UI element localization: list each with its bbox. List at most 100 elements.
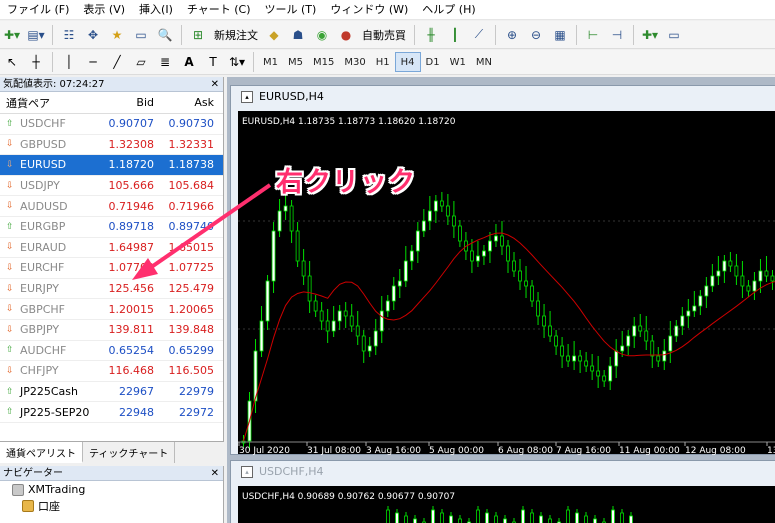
menu-chart[interactable]: チャート (C) <box>180 0 258 20</box>
chart-canvas[interactable]: USDCHF,H4 0.90689 0.90762 0.90677 0.9070… <box>238 486 775 523</box>
candle-body <box>494 235 498 242</box>
candlestick-chart[interactable]: USDCHF,H4 0.90689 0.90762 0.90677 0.9070… <box>238 486 775 523</box>
candle-body <box>686 310 691 317</box>
trendline-icon[interactable]: ╱ <box>106 51 128 73</box>
new-order-button[interactable]: 新規注文 <box>211 24 261 46</box>
timeframe-mn[interactable]: MN <box>471 52 497 72</box>
signals-icon[interactable]: ☗ <box>287 24 309 46</box>
chart-window-usdchf[interactable]: ▴ USDCHF,H4 USDCHF,H4 0.90689 0.90762 0.… <box>230 460 775 523</box>
market-watch-row[interactable]: ⇩ USDJPY 105.666 105.684 <box>0 176 223 197</box>
arrows-icon[interactable]: ⇅▾ <box>226 51 248 73</box>
column-header-bid[interactable]: Bid <box>96 96 158 109</box>
fibonacci-icon[interactable]: ≣ <box>154 51 176 73</box>
market-watch-row[interactable]: ⇧ USDCHF 0.90707 0.90730 <box>0 114 223 135</box>
indicators-icon[interactable]: ✚▾ <box>639 24 661 46</box>
column-header-ask[interactable]: Ask <box>158 96 220 109</box>
metaeditor-icon[interactable]: ◆ <box>263 24 285 46</box>
crosshair-icon[interactable]: ┼ <box>25 51 47 73</box>
bar-chart-icon[interactable]: ╫ <box>420 24 442 46</box>
market-watch-icon[interactable]: ☷ <box>58 24 80 46</box>
tab-tick-chart[interactable]: ティックチャート <box>83 442 176 463</box>
candle-body <box>403 260 408 282</box>
close-icon[interactable]: ✕ <box>211 466 219 481</box>
menu-bar: ファイル (F) 表示 (V) 挿入(I) チャート (C) ツール (T) ウ… <box>0 0 775 20</box>
chart-shift-icon[interactable]: ⊢ <box>582 24 604 46</box>
menu-window[interactable]: ウィンドウ (W) <box>323 0 415 20</box>
zoom-in-icon[interactable]: ⊕ <box>501 24 523 46</box>
broadcast-icon[interactable]: ◉ <box>311 24 333 46</box>
market-watch-tabs: 通貨ペアリスト ティックチャート <box>0 441 224 463</box>
market-watch-row[interactable]: ⇩ GBPUSD 1.32308 1.32331 <box>0 135 223 156</box>
candle-body <box>740 275 745 287</box>
chart-window-title-bar[interactable]: ▴ USDCHF,H4 <box>231 461 775 483</box>
tab-symbols[interactable]: 通貨ペアリスト <box>0 442 83 463</box>
timeframe-w1[interactable]: W1 <box>445 52 471 72</box>
timeframe-m15[interactable]: M15 <box>308 52 339 72</box>
arrow-up-icon: ⇧ <box>6 118 14 129</box>
timeframe-h4[interactable]: H4 <box>394 52 421 72</box>
candle-body <box>391 285 396 302</box>
candle-body <box>758 270 763 282</box>
profiles-icon[interactable]: ▤▾ <box>25 24 47 46</box>
chart-info: EURUSD,H4 1.18735 1.18773 1.18620 1.1872… <box>242 117 456 127</box>
autotrade-icon[interactable]: ● <box>335 24 357 46</box>
strategy-tester-icon[interactable]: 🔍 <box>154 24 176 46</box>
data-window-icon[interactable]: ✥ <box>82 24 104 46</box>
market-watch-row[interactable]: ⇩ GBPJPY 139.811 139.848 <box>0 320 223 341</box>
market-watch-row[interactable]: ⇩ EURJPY 125.456 125.479 <box>0 279 223 300</box>
equidistant-channel-icon[interactable]: ▱ <box>130 51 152 73</box>
navigator-title: ナビゲーター <box>3 468 63 479</box>
autotrade-button[interactable]: 自動売買 <box>359 24 409 46</box>
candle-body <box>626 335 631 347</box>
symbol-cell: ⇩ GBPUSD <box>0 138 96 151</box>
line-chart-icon[interactable]: ⟋ <box>468 24 490 46</box>
chart-window-title-bar[interactable]: ▴ EURUSD,H4 <box>231 86 775 108</box>
market-watch-row[interactable]: ⇧ EURGBP 0.89718 0.89740 <box>0 217 223 238</box>
candle-body <box>770 275 775 282</box>
menu-insert[interactable]: 挿入(I) <box>132 0 180 20</box>
text-icon[interactable]: A <box>178 51 200 73</box>
tile-windows-icon[interactable]: ▦ <box>549 24 571 46</box>
market-watch-row[interactable]: ⇧ AUDCHF 0.65254 0.65299 <box>0 341 223 362</box>
timeframe-m30[interactable]: M30 <box>339 52 370 72</box>
zoom-out-icon[interactable]: ⊖ <box>525 24 547 46</box>
menu-tools[interactable]: ツール (T) <box>258 0 324 20</box>
autoscroll-icon[interactable]: ⊣ <box>606 24 628 46</box>
candle-chart-icon[interactable]: ┃ <box>444 24 466 46</box>
timeframe-m1[interactable]: M1 <box>258 52 283 72</box>
navigator-item-accounts[interactable]: 口座 <box>0 496 223 514</box>
close-icon[interactable]: ✕ <box>211 77 219 92</box>
navigator-item-broker[interactable]: XMTrading <box>0 481 223 496</box>
timeframe-h1[interactable]: H1 <box>371 52 395 72</box>
market-watch-row[interactable]: ⇩ AUDUSD 0.71946 0.71966 <box>0 196 223 217</box>
candle-body <box>440 512 444 523</box>
market-watch-row[interactable]: ⇧ JP225-SEP20 22948 22972 <box>0 402 223 423</box>
text-label-icon[interactable]: T <box>202 51 224 73</box>
timeframe-d1[interactable]: D1 <box>421 52 445 72</box>
market-watch-row[interactable]: ⇩ EURAUD 1.64987 1.65015 <box>0 238 223 259</box>
cursor-icon[interactable]: ↖ <box>1 51 23 73</box>
candle-body <box>560 345 564 357</box>
horizontal-line-icon[interactable]: ─ <box>82 51 104 73</box>
ask-cell: 139.848 <box>168 323 215 337</box>
market-watch-row[interactable]: ⇩ CHFJPY 116.468 116.505 <box>0 361 223 382</box>
market-watch-row[interactable]: ⇧ JP225Cash 22967 22979 <box>0 382 223 403</box>
market-watch-row[interactable]: ⇩ EURUSD 1.18720 1.18738 <box>0 155 223 176</box>
new-chart-icon[interactable]: ✚▾ <box>1 24 23 46</box>
new-order-icon[interactable]: ⊞ <box>187 24 209 46</box>
navigator-icon[interactable]: ★ <box>106 24 128 46</box>
periods-icon[interactable]: ▭ <box>663 24 685 46</box>
timeframe-m5[interactable]: M5 <box>283 52 308 72</box>
candle-body <box>503 518 507 523</box>
vertical-line-icon[interactable]: │ <box>58 51 80 73</box>
menu-view[interactable]: 表示 (V) <box>76 0 132 20</box>
menu-file[interactable]: ファイル (F) <box>0 0 76 20</box>
bid-cell: 22967 <box>119 385 154 399</box>
column-header-symbol[interactable]: 通貨ペア <box>0 95 96 111</box>
terminal-icon[interactable]: ▭ <box>130 24 152 46</box>
chart-window-eurusd[interactable]: ▴ EURUSD,H4 EURUSD,H4 1.18735 1.18773 1.… <box>230 85 775 456</box>
market-watch-row[interactable]: ⇩ GBPCHF 1.20015 1.20065 <box>0 299 223 320</box>
menu-help[interactable]: ヘルプ (H) <box>415 0 482 20</box>
market-watch-row[interactable]: ⇩ EURCHF 1.07700 1.07725 <box>0 258 223 279</box>
chart-window-title: USDCHF,H4 <box>259 465 324 478</box>
